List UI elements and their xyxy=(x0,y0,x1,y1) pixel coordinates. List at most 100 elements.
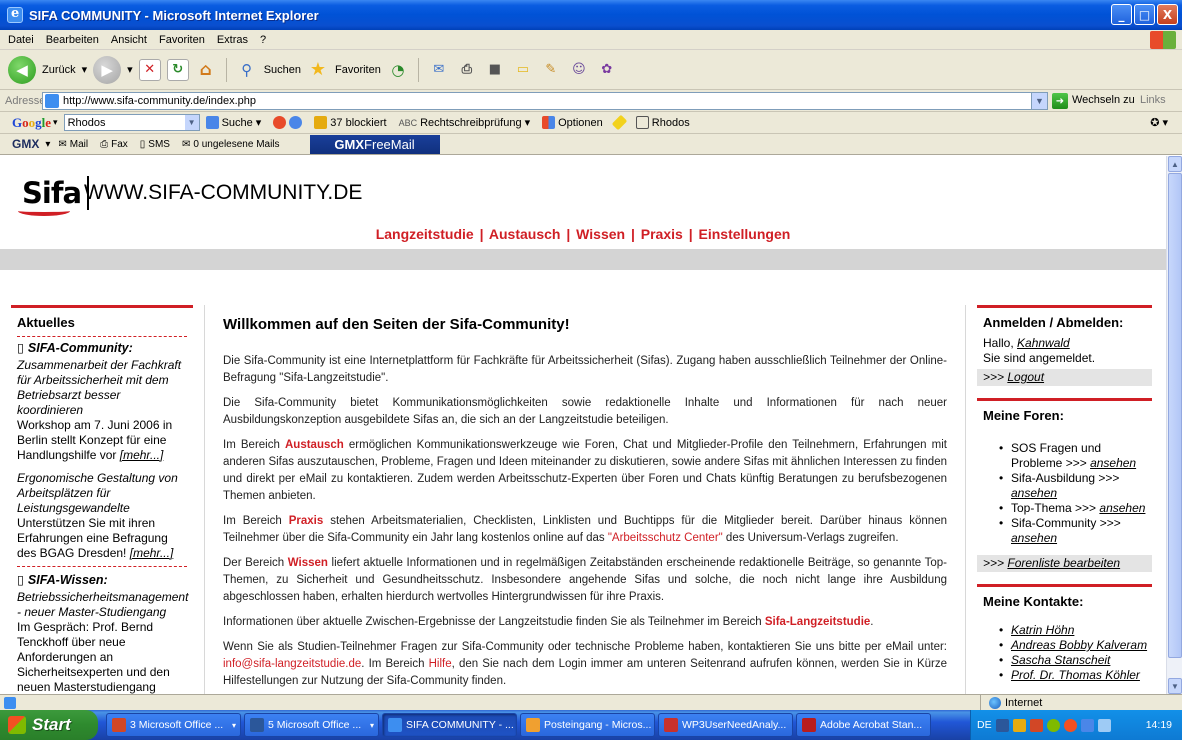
scroll-up-icon[interactable]: ▲ xyxy=(1168,156,1182,172)
nav-praxis[interactable]: Praxis xyxy=(641,226,683,242)
popup-blocker-button[interactable]: 37 blockiert xyxy=(314,116,387,129)
tray-app-icon[interactable] xyxy=(1012,718,1026,732)
scroll-thumb[interactable] xyxy=(1168,173,1182,658)
menu-datei[interactable]: Datei xyxy=(2,34,40,46)
network-icon[interactable] xyxy=(1080,718,1094,732)
langzeitstudie-link[interactable]: Sifa-Langzeitstudie xyxy=(765,616,870,628)
menu-help[interactable]: ? xyxy=(254,34,272,46)
back-arrow-icon[interactable]: ◀ xyxy=(8,55,36,84)
arbeitsschutz-center-link[interactable]: "Arbeitsschutz Center" xyxy=(608,532,723,544)
edit-forums-link[interactable]: Forenliste bearbeiten xyxy=(1007,556,1120,570)
tray-app-icon[interactable] xyxy=(995,718,1009,732)
austausch-link[interactable]: Austausch xyxy=(285,439,344,451)
pagerank-button[interactable] xyxy=(273,116,303,129)
messenger-icon[interactable]: ☺ xyxy=(568,59,590,81)
forward-dropdown-icon[interactable]: ▾ xyxy=(127,63,133,76)
menu-ansicht[interactable]: Ansicht xyxy=(105,34,153,46)
gmx-sms-button[interactable]: ▯ SMS xyxy=(140,139,170,150)
logout-link[interactable]: Logout xyxy=(1007,370,1044,384)
google-search-value[interactable]: Rhodos xyxy=(68,117,106,129)
maximize-button[interactable]: □ xyxy=(1134,4,1155,25)
username-link[interactable]: Kahnwald xyxy=(1017,336,1070,350)
gmx-unread-mails[interactable]: ✉ 0 ungelesene Mails xyxy=(182,139,280,150)
close-button[interactable]: X xyxy=(1157,4,1178,25)
group-dropdown-icon[interactable]: ▾ xyxy=(370,721,374,730)
clock[interactable]: 14:19 xyxy=(1146,719,1172,731)
forward-arrow-icon[interactable]: ▶ xyxy=(93,55,122,84)
gmx-logo[interactable]: GMX xyxy=(12,137,39,151)
mail-icon[interactable]: ✉ xyxy=(428,59,450,81)
taskbar-button[interactable]: 3 Microsoft Office ... ▾ xyxy=(106,713,241,737)
minimize-button[interactable]: _ xyxy=(1111,4,1132,25)
taskbar-button[interactable]: Posteingang - Micros... xyxy=(520,713,655,737)
wissen-link[interactable]: Wissen xyxy=(288,557,328,569)
back-button-label[interactable]: Zurück xyxy=(42,64,76,76)
spellcheck-button[interactable]: ABC Rechtschreibprüfung ▾ xyxy=(399,116,531,130)
address-url[interactable]: http://www.sifa-community.de/index.php xyxy=(63,95,256,107)
menu-favoriten[interactable]: Favoriten xyxy=(153,34,211,46)
taskbar-button[interactable]: SIFA COMMUNITY - ... xyxy=(382,713,517,737)
tray-app-icon[interactable] xyxy=(1029,718,1043,732)
vertical-scrollbar[interactable]: ▲ ▼ xyxy=(1166,156,1182,694)
nav-wissen[interactable]: Wissen xyxy=(576,226,625,242)
addon-icon[interactable]: ✿ xyxy=(596,59,618,81)
contact-link[interactable]: Katrin Höhn xyxy=(1011,623,1074,637)
menu-bearbeiten[interactable]: Bearbeiten xyxy=(40,34,105,46)
contact-link[interactable]: Prof. Dr. Thomas Köhler xyxy=(1011,668,1140,682)
print-icon[interactable]: ⎙ xyxy=(456,59,478,81)
address-dropdown-icon[interactable]: ▼ xyxy=(1031,93,1047,109)
search-icon[interactable]: ⚲ xyxy=(236,59,258,81)
links-button[interactable]: Links xyxy=(1140,94,1166,106)
options-button[interactable]: Optionen xyxy=(542,116,603,129)
favorites-star-icon[interactable]: ★ xyxy=(307,59,329,81)
google-search-input[interactable]: Rhodos ▼ xyxy=(63,114,200,131)
google-logo[interactable]: Google xyxy=(12,115,51,131)
menu-extras[interactable]: Extras xyxy=(211,34,254,46)
contact-link[interactable]: Andreas Bobby Kalveram xyxy=(1011,638,1147,652)
favorites-button-label[interactable]: Favoriten xyxy=(335,64,381,76)
forum-view-link[interactable]: ansehen xyxy=(1011,531,1057,545)
rhodos-button[interactable]: Rhodos xyxy=(635,116,690,129)
history-icon[interactable]: ◔ xyxy=(387,59,409,81)
go-button[interactable]: Wechseln zu xyxy=(1072,94,1135,106)
folder-icon[interactable]: ▭ xyxy=(512,59,534,81)
google-settings-icon[interactable]: ✪ ▾ xyxy=(1150,116,1168,129)
gmx-mail-button[interactable]: ✉ Mail xyxy=(58,139,88,150)
scroll-down-icon[interactable]: ▼ xyxy=(1168,678,1182,694)
gmx-fax-button[interactable]: ⎙ Fax xyxy=(100,139,128,150)
group-dropdown-icon[interactable]: ▾ xyxy=(232,721,236,730)
gmx-freemail-banner[interactable]: GMX FreeMail xyxy=(309,134,440,154)
nav-langzeitstudie[interactable]: Langzeitstudie xyxy=(376,226,474,242)
research-icon[interactable]: ✎ xyxy=(540,59,562,81)
gmx-dropdown-icon[interactable]: ▾ xyxy=(45,139,50,150)
search-button-label[interactable]: Suchen xyxy=(264,64,301,76)
news-more-link[interactable]: [mehr...] xyxy=(120,448,164,462)
back-dropdown-icon[interactable]: ▾ xyxy=(82,63,88,76)
language-indicator[interactable]: DE xyxy=(977,719,992,731)
nav-austausch[interactable]: Austausch xyxy=(489,226,561,242)
go-arrow-icon[interactable]: ➜ xyxy=(1052,93,1068,109)
google-menu-dropdown-icon[interactable]: ▾ xyxy=(53,117,58,128)
taskbar-button[interactable]: Adobe Acrobat Stan... xyxy=(796,713,931,737)
volume-icon[interactable] xyxy=(1097,718,1111,732)
contact-link[interactable]: Sascha Stanscheit xyxy=(1011,653,1110,667)
nav-einstellungen[interactable]: Einstellungen xyxy=(699,226,791,242)
start-button[interactable]: Start xyxy=(0,710,98,740)
home-icon[interactable]: ⌂ xyxy=(195,59,217,81)
forum-view-link[interactable]: ansehen xyxy=(1090,456,1136,470)
address-input[interactable]: http://www.sifa-community.de/index.php ▼ xyxy=(42,92,1048,110)
help-link[interactable]: Hilfe xyxy=(429,658,452,670)
forum-view-link[interactable]: ansehen xyxy=(1099,501,1145,515)
google-search-button[interactable]: Suche ▾ xyxy=(205,116,261,129)
taskbar-button[interactable]: 5 Microsoft Office ... ▾ xyxy=(244,713,379,737)
highlight-button[interactable] xyxy=(611,114,628,131)
forum-view-link[interactable]: ansehen xyxy=(1011,486,1057,500)
edit-icon[interactable]: ■ xyxy=(484,59,506,81)
tray-app-icon[interactable] xyxy=(1046,718,1060,732)
tray-app-icon[interactable] xyxy=(1063,718,1077,732)
taskbar-button[interactable]: WP3UserNeedAnaly... xyxy=(658,713,793,737)
email-link[interactable]: info@sifa-langzeitstudie.de xyxy=(223,658,361,670)
praxis-link[interactable]: Praxis xyxy=(289,515,324,527)
stop-icon[interactable]: ✕ xyxy=(138,58,161,81)
refresh-icon[interactable]: ↻ xyxy=(166,58,189,81)
